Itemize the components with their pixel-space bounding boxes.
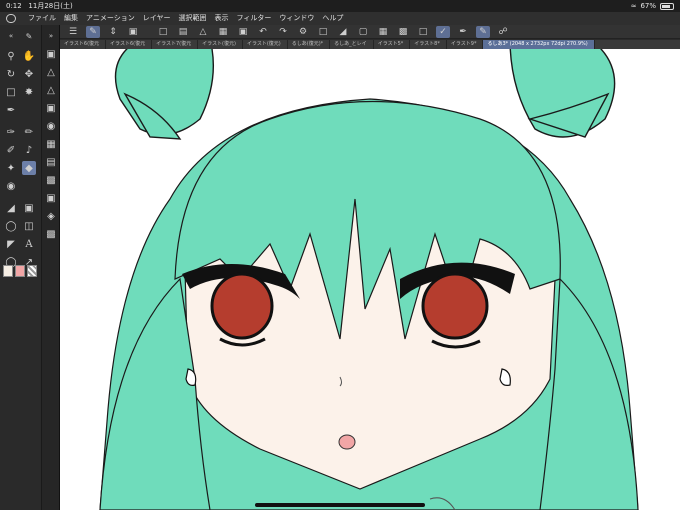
brush-size-icon[interactable]: ✎ xyxy=(22,29,36,43)
eraser-icon[interactable]: ◆ xyxy=(22,161,36,175)
menu-layer[interactable]: レイヤー xyxy=(143,12,171,25)
battery-icon xyxy=(660,2,674,10)
layer-property-icon[interactable]: △ xyxy=(44,65,58,79)
menu-selection[interactable]: 選択範囲 xyxy=(179,12,207,25)
fill-icon[interactable]: ◢ xyxy=(4,201,18,215)
drawing-canvas[interactable] xyxy=(60,49,680,510)
history-icon[interactable]: ▤ xyxy=(44,155,58,169)
canvas-tab[interactable]: イラスト6(復元 xyxy=(60,40,107,49)
color-set-icon[interactable]: ▦ xyxy=(44,137,58,151)
blend-icon[interactable]: ◉ xyxy=(4,179,18,193)
canvas-tab[interactable]: イラスト(復元) xyxy=(198,40,243,49)
copy-icon[interactable]: ▦ xyxy=(216,26,230,38)
canvas-tab-active[interactable]: るしあ3* (2048 x 2732px 72dpi 270.9%) xyxy=(483,40,595,49)
deselect-icon[interactable]: □ xyxy=(316,26,330,38)
airbrush-icon[interactable]: ♪ xyxy=(22,143,36,157)
sub-view-icon[interactable]: ▣ xyxy=(44,191,58,205)
chevron-updown-icon[interactable]: ⇕ xyxy=(106,26,120,38)
sub-color-swatch[interactable] xyxy=(15,265,25,277)
open-icon[interactable]: ▤ xyxy=(176,26,190,38)
battery-percent: 67% xyxy=(640,2,656,10)
pen-pressure-icon[interactable]: ✒ xyxy=(456,26,470,38)
mouth xyxy=(338,434,356,450)
move-icon[interactable]: ✥ xyxy=(22,67,36,81)
canvas-tab-bar: イラスト6(復元 イラスト6(復元 イラスト7(復元 イラスト(復元) イラスト… xyxy=(60,40,680,49)
menu-animation[interactable]: アニメーション xyxy=(86,12,135,25)
fill-selection-icon[interactable]: ◢ xyxy=(336,26,350,38)
menu-file[interactable]: ファイル xyxy=(28,12,56,25)
layer-icon[interactable]: ▣ xyxy=(44,47,58,61)
tool-palette: « ✎ ⚲ ✋ ↻ ✥ □ ✸ ✒ ✑ ✏ ✐ ♪ ✦ ◆ ◉ ◢ ▣ ◯ ◫ … xyxy=(0,25,42,510)
auto-action-icon[interactable]: ▩ xyxy=(44,173,58,187)
undo-icon[interactable]: ↶ xyxy=(256,26,270,38)
canvas-tab[interactable]: るしあ(復元)* xyxy=(288,40,331,49)
paste-icon[interactable]: ▣ xyxy=(236,26,250,38)
canvas-tab[interactable]: るしあ_とレイ xyxy=(330,40,374,49)
stabilizer-icon[interactable]: ✎ xyxy=(476,25,490,38)
magic-wand-icon[interactable]: ✸ xyxy=(22,85,36,99)
frame-icon[interactable]: ◫ xyxy=(22,219,36,233)
app-logo-icon[interactable] xyxy=(6,14,16,23)
canvas-tab[interactable]: イラスト5* xyxy=(374,40,411,49)
menu-help[interactable]: ヘルプ xyxy=(322,12,343,25)
expand-icon[interactable]: » xyxy=(44,29,58,43)
hand-icon[interactable]: ✋ xyxy=(22,49,36,63)
decoration-icon[interactable]: ✦ xyxy=(4,161,18,175)
invert-selection-icon[interactable]: ▩ xyxy=(396,26,410,38)
color-wheel-icon[interactable]: ◉ xyxy=(44,119,58,133)
menu-view[interactable]: 表示 xyxy=(215,12,229,25)
canvas-tab[interactable]: イラスト6(復元 xyxy=(106,40,153,49)
pencil-icon[interactable]: ✏ xyxy=(22,125,36,139)
share-icon[interactable]: ☍ xyxy=(496,26,510,38)
menu-bar: ファイル 編集 アニメーション レイヤー 選択範囲 表示 フィルター ウィンドウ… xyxy=(0,12,680,25)
ruler-icon[interactable]: ◤ xyxy=(4,237,18,251)
transparent-color-swatch[interactable] xyxy=(27,265,37,277)
menu-hamburger-icon[interactable]: ☰ xyxy=(66,26,80,38)
canvas-tab[interactable]: イラスト9* xyxy=(447,40,484,49)
eyedropper-icon[interactable]: ✒ xyxy=(4,103,18,117)
zoom-icon[interactable]: ⚲ xyxy=(4,49,18,63)
menu-edit[interactable]: 編集 xyxy=(64,12,78,25)
home-indicator[interactable] xyxy=(255,503,425,507)
status-date: 11月28日(土) xyxy=(28,2,73,10)
settings-icon[interactable]: ⚙ xyxy=(296,26,310,38)
main-color-swatch[interactable] xyxy=(3,265,13,277)
save-icon[interactable]: ▣ xyxy=(126,26,140,38)
command-bar: » ▣ △ △ ▣ ◉ ▦ ▤ ▩ ▣ ◈ ▩ xyxy=(42,25,60,510)
crop-icon[interactable]: ▢ xyxy=(356,26,370,38)
clear-icon[interactable]: △ xyxy=(196,26,210,38)
pen-icon[interactable]: ✑ xyxy=(4,125,18,139)
top-toolbar: ☰ ✎ ⇕ ▣ □ ▤ △ ▦ ▣ ↶ ↷ ⚙ □ ◢ ▢ ▦ ▩ □ ✓ ✒ … xyxy=(60,25,680,39)
layers-stack-icon[interactable]: ◈ xyxy=(44,209,58,223)
figure-icon[interactable]: ◯ xyxy=(4,219,18,233)
character-illustration xyxy=(99,49,639,510)
new-file-icon[interactable]: □ xyxy=(156,26,170,38)
search-layer-icon[interactable]: ▩ xyxy=(44,227,58,241)
material-icon[interactable]: ▣ xyxy=(44,101,58,115)
canvas-tab[interactable]: イラスト(復元) xyxy=(243,40,288,49)
rotate-icon[interactable]: ↻ xyxy=(4,67,18,81)
canvas-tab[interactable]: イラスト8* xyxy=(410,40,447,49)
menu-window[interactable]: ウィンドウ xyxy=(279,12,314,25)
navigator-icon[interactable]: △ xyxy=(44,83,58,97)
text-icon[interactable]: A xyxy=(22,237,36,251)
redo-icon[interactable]: ↷ xyxy=(276,26,290,38)
wifi-icon: ≈ xyxy=(630,2,637,10)
brush-icon[interactable]: ✐ xyxy=(4,143,18,157)
ruler-snap-icon[interactable]: ✓ xyxy=(436,25,450,38)
status-bar: 0:12 11月28日(土) ≈ 67% xyxy=(0,0,680,12)
edit-mode-icon[interactable]: ✎ xyxy=(86,25,100,38)
transform-icon[interactable]: ▦ xyxy=(376,26,390,38)
status-time: 0:12 xyxy=(6,2,22,10)
collapse-icon[interactable]: « xyxy=(4,29,18,43)
canvas-tab[interactable]: イラスト7(復元 xyxy=(152,40,199,49)
gradient-icon[interactable]: ▣ xyxy=(22,201,36,215)
select-rectangle-icon[interactable]: □ xyxy=(4,85,18,99)
menu-filter[interactable]: フィルター xyxy=(237,12,272,25)
selection-border-icon[interactable]: □ xyxy=(416,26,430,38)
